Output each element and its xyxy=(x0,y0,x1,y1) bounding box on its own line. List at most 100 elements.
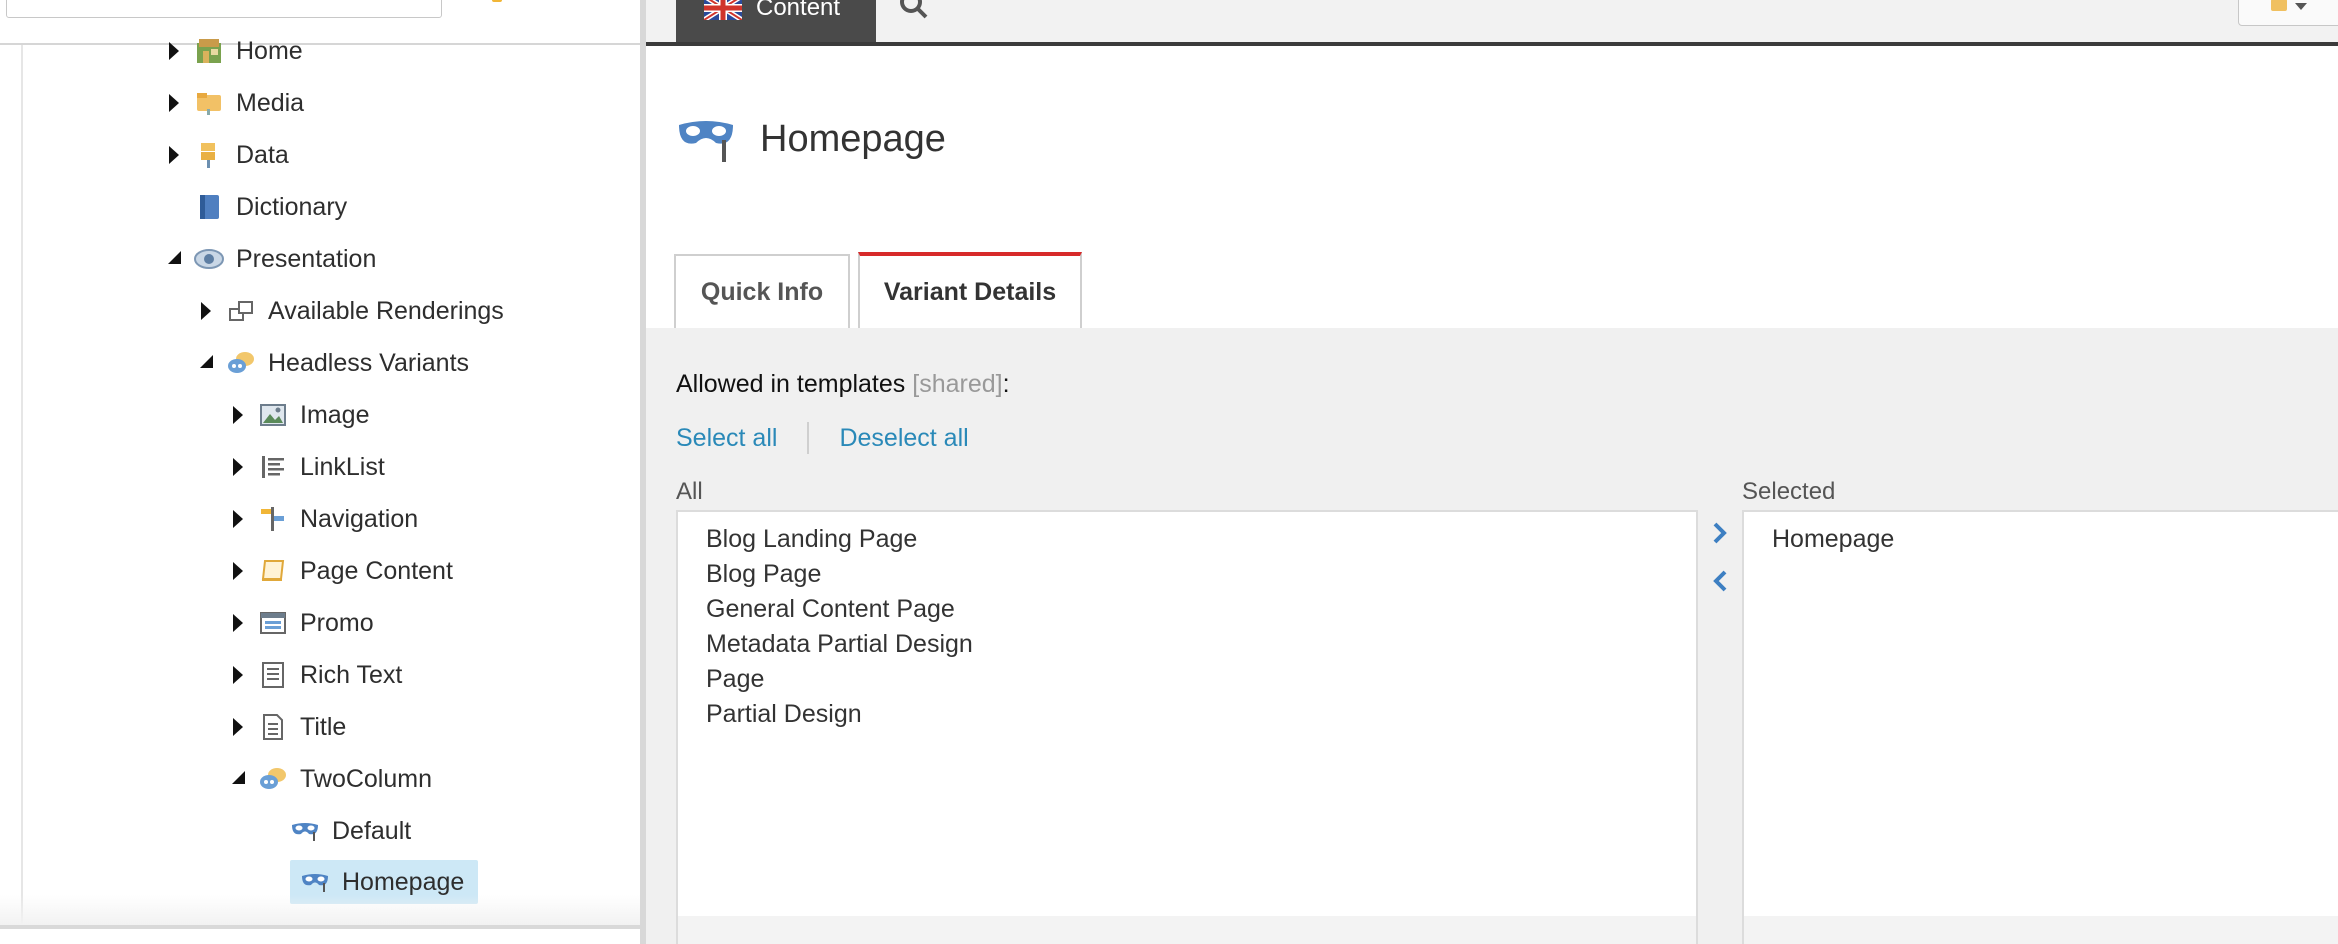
list-item[interactable]: Metadata Partial Design xyxy=(678,627,1696,662)
item-header: Homepage xyxy=(676,104,946,174)
tree-item-default[interactable]: Default xyxy=(258,809,411,853)
renderings-icon xyxy=(226,296,256,326)
tree-item-headless-variants[interactable]: Headless Variants xyxy=(194,341,469,385)
selected-templates-list[interactable]: Homepage xyxy=(1742,510,2338,944)
data-icon xyxy=(194,140,224,170)
collapse-caret-icon[interactable] xyxy=(194,341,226,385)
field-label: Allowed in templates [shared]: xyxy=(676,370,1010,399)
expand-caret-icon[interactable] xyxy=(162,81,194,125)
variants-icon xyxy=(258,764,288,794)
item-title: Homepage xyxy=(760,117,946,160)
tree-item-image[interactable]: Image xyxy=(226,393,369,437)
tree-guide-line xyxy=(21,45,23,925)
expand-caret-icon[interactable] xyxy=(194,289,226,333)
expand-caret-icon[interactable] xyxy=(226,393,258,437)
expand-caret-icon[interactable] xyxy=(226,549,258,593)
app-menu-icon xyxy=(2271,0,2287,11)
tree-item-rich-text[interactable]: Rich Text xyxy=(226,653,402,697)
tab-quick-info[interactable]: Quick Info xyxy=(674,254,850,328)
tree-item-label: LinkList xyxy=(300,452,385,481)
tree-item-linklist[interactable]: LinkList xyxy=(226,445,385,489)
content-tab[interactable]: Content xyxy=(676,0,876,42)
all-templates-list[interactable]: Blog Landing Page Blog Page General Cont… xyxy=(676,510,1698,944)
list-item[interactable]: Blog Page xyxy=(678,557,1696,592)
chevron-down-icon xyxy=(2295,3,2307,10)
tree-item-label: Available Renderings xyxy=(268,296,504,325)
tree-item-label: Page Content xyxy=(300,556,453,585)
eye-icon xyxy=(194,244,224,274)
tree-item-label: Navigation xyxy=(300,504,419,533)
tree-item-label: Data xyxy=(236,140,289,169)
tree-item-page-content[interactable]: Page Content xyxy=(226,549,453,593)
editor-tabs: Quick Info Variant Details xyxy=(646,250,2338,330)
expand-caret-icon[interactable] xyxy=(162,29,194,73)
tree-item-label: Default xyxy=(332,816,412,845)
deselect-all-link[interactable]: Deselect all xyxy=(839,424,968,453)
tree-item-label: Title xyxy=(300,712,347,741)
list-item[interactable]: Partial Design xyxy=(678,697,1696,732)
tree-item-promo[interactable]: Promo xyxy=(226,601,374,645)
tree-item-title[interactable]: Title xyxy=(226,705,346,749)
tree-item-dictionary[interactable]: Dictionary xyxy=(162,185,347,229)
content-tree-panel: Home Media Data Dictionary Presentation xyxy=(0,0,640,944)
search-icon[interactable] xyxy=(898,0,932,20)
home-icon xyxy=(194,36,224,66)
page-content-icon xyxy=(258,556,288,586)
signpost-icon xyxy=(258,504,288,534)
tab-label: Variant Details xyxy=(883,277,1057,306)
collapse-caret-icon[interactable] xyxy=(226,757,258,801)
mask-icon xyxy=(679,121,733,162)
list-scrollbar[interactable] xyxy=(678,916,1696,944)
editor-panel: Content Homepage Quick Info Variant Deta… xyxy=(646,0,2338,944)
mask-icon xyxy=(290,816,320,846)
list-scrollbar[interactable] xyxy=(1744,916,2338,944)
tree-search-input[interactable] xyxy=(6,0,442,18)
tree-item-label: Media xyxy=(236,88,305,117)
tree-item-navigation[interactable]: Navigation xyxy=(226,497,418,541)
expand-caret-icon[interactable] xyxy=(226,601,258,645)
move-right-button[interactable] xyxy=(1708,518,1732,548)
tree-item-presentation[interactable]: Presentation xyxy=(162,237,376,281)
tree-item-label: TwoColumn xyxy=(300,764,432,793)
app-menu-button[interactable] xyxy=(2238,0,2338,26)
expand-caret-icon[interactable] xyxy=(226,705,258,749)
selected-list-caption: Selected xyxy=(1742,478,1836,505)
top-toolbar: Content xyxy=(646,0,2338,46)
move-left-button[interactable] xyxy=(1708,566,1732,596)
expand-caret-icon[interactable] xyxy=(226,653,258,697)
tree-item-label: Rich Text xyxy=(300,660,403,689)
tree-top-divider xyxy=(0,43,640,45)
list-item[interactable]: Page xyxy=(678,662,1696,697)
tree-item-home[interactable]: Home xyxy=(162,29,303,73)
expand-caret-icon[interactable] xyxy=(226,445,258,489)
shared-indicator: [shared] xyxy=(912,370,1003,398)
tree-item-twocolumn[interactable]: TwoColumn xyxy=(226,757,432,801)
search-mark-icon xyxy=(492,0,502,2)
expand-caret-icon[interactable] xyxy=(162,133,194,177)
tree-item-label: Homepage xyxy=(342,867,465,896)
collapse-caret-icon[interactable] xyxy=(162,237,194,281)
list-item[interactable]: Blog Landing Page xyxy=(678,522,1696,557)
tree-horizontal-scrollbar[interactable] xyxy=(0,925,640,929)
uk-flag-icon xyxy=(704,0,742,20)
mask-icon xyxy=(300,867,330,897)
tab-variant-details[interactable]: Variant Details xyxy=(858,252,1082,328)
tree-item-media[interactable]: Media xyxy=(162,81,304,125)
tree-item-data[interactable]: Data xyxy=(162,133,289,177)
list-actions: Select all Deselect all xyxy=(676,422,969,454)
variant-details-section: Allowed in templates [shared]: Select al… xyxy=(646,328,2338,944)
variants-icon xyxy=(226,348,256,378)
rich-text-icon xyxy=(258,660,288,690)
dictionary-book-icon xyxy=(194,192,224,222)
tree-item-label: Dictionary xyxy=(236,192,348,221)
image-icon xyxy=(258,400,288,430)
list-item[interactable]: Homepage xyxy=(1744,522,2338,557)
list-item[interactable]: General Content Page xyxy=(678,592,1696,627)
tree-item-label: Promo xyxy=(300,608,374,637)
expand-caret-icon[interactable] xyxy=(226,497,258,541)
tree-bottom-fade xyxy=(0,895,640,925)
tree-item-label: Presentation xyxy=(236,244,377,273)
field-label-text: Allowed in templates xyxy=(676,370,906,398)
tree-item-available-renderings[interactable]: Available Renderings xyxy=(194,289,504,333)
select-all-link[interactable]: Select all xyxy=(676,424,777,453)
